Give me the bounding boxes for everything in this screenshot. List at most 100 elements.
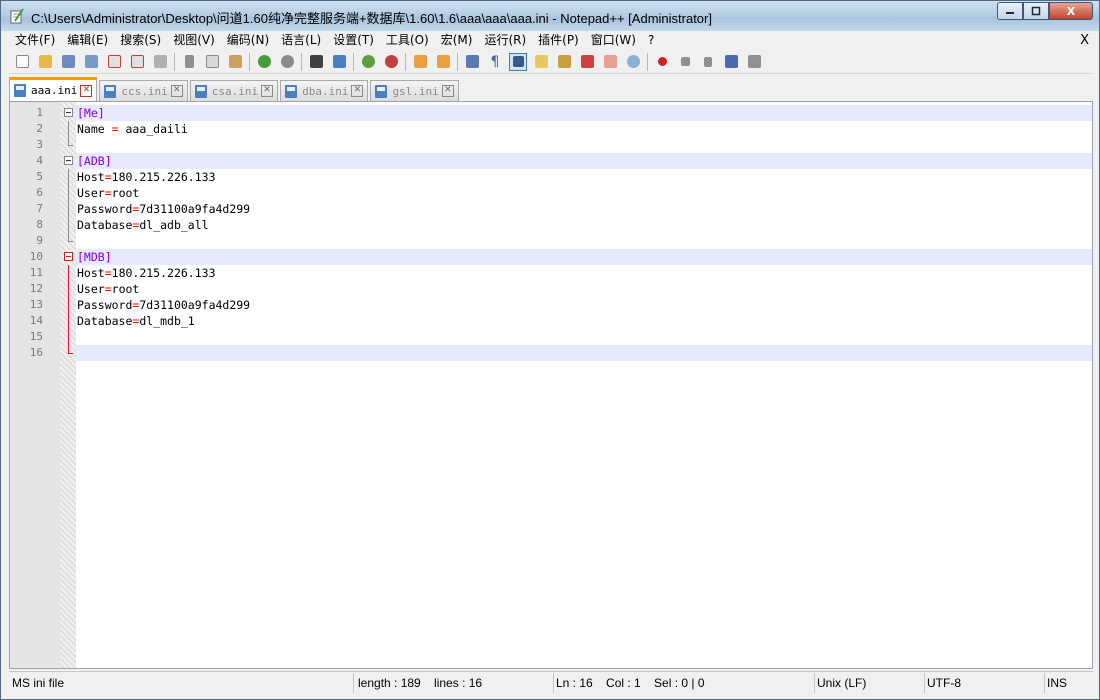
function-list-button[interactable] bbox=[578, 53, 596, 71]
menu-tools[interactable]: 工具(O) bbox=[380, 31, 435, 50]
replace-button[interactable] bbox=[330, 53, 348, 71]
menu-plugins[interactable]: 插件(P) bbox=[532, 31, 585, 50]
menu-run[interactable]: 运行(R) bbox=[478, 31, 532, 50]
menu-language[interactable]: 语言(L) bbox=[275, 31, 327, 50]
editor-line[interactable]: 16 bbox=[10, 345, 1092, 361]
minimize-button[interactable] bbox=[997, 2, 1023, 20]
editor-line[interactable]: 11 Host=180.215.226.133 bbox=[10, 265, 1092, 281]
line-number: 2 bbox=[36, 122, 43, 135]
save-macro-button[interactable] bbox=[745, 53, 763, 71]
udl-button[interactable] bbox=[532, 53, 550, 71]
title-bar[interactable]: C:\Users\Administrator\Desktop\问道1.60纯净完… bbox=[1, 1, 1099, 31]
menu-edit[interactable]: 编辑(E) bbox=[61, 31, 114, 50]
save-button[interactable] bbox=[59, 53, 77, 71]
line-text[interactable]: Password=7d31100a9fa4d299 bbox=[76, 297, 1092, 313]
copy-button[interactable] bbox=[203, 53, 221, 71]
line-text[interactable] bbox=[76, 345, 1092, 361]
editor-line[interactable]: 12 User=root bbox=[10, 281, 1092, 297]
open-file-button[interactable] bbox=[36, 53, 54, 71]
word-wrap-button[interactable] bbox=[463, 53, 481, 71]
maximize-button[interactable] bbox=[1023, 2, 1049, 20]
line-text[interactable]: [ADB] bbox=[76, 153, 1092, 169]
tab-ccs-ini[interactable]: ccs.ini ✕ bbox=[99, 80, 188, 101]
text-editor[interactable]: 1 [Me] 2 Name = aaa_daili 3 4 [ADB] 5 Host=180.2… bbox=[9, 101, 1093, 669]
undo-button[interactable] bbox=[255, 53, 273, 71]
sync-vertical-button[interactable] bbox=[411, 53, 429, 71]
fold-toggle-icon[interactable] bbox=[64, 105, 76, 121]
tab-dba-ini[interactable]: dba.ini ✕ bbox=[280, 80, 369, 101]
tab-label: ccs.ini bbox=[121, 84, 168, 98]
editor-line[interactable]: 9 bbox=[10, 233, 1092, 249]
close-all-button[interactable] bbox=[128, 53, 146, 71]
zoom-out-button[interactable] bbox=[382, 53, 400, 71]
line-number: 16 bbox=[29, 346, 43, 359]
close-file-button[interactable] bbox=[105, 53, 123, 71]
editor-line[interactable]: 1 [Me] bbox=[10, 105, 1092, 121]
line-number: 10 bbox=[29, 250, 43, 263]
print-button[interactable] bbox=[151, 53, 169, 71]
monitoring-button[interactable] bbox=[624, 53, 642, 71]
line-text[interactable]: User=root bbox=[76, 281, 1092, 297]
tab-csa-ini[interactable]: csa.ini ✕ bbox=[189, 80, 279, 101]
editor-line[interactable]: 2 Name = aaa_daili bbox=[10, 121, 1092, 137]
save-icon bbox=[61, 55, 75, 68]
redo-button[interactable] bbox=[278, 53, 296, 71]
tab-close-icon[interactable]: ✕ bbox=[351, 85, 364, 97]
line-text[interactable]: [Me] bbox=[76, 105, 1092, 121]
zoom-in-button[interactable] bbox=[359, 53, 377, 71]
doc-map-button[interactable] bbox=[555, 53, 573, 71]
menu-settings[interactable]: 设置(T) bbox=[327, 31, 380, 50]
menu-window[interactable]: 窗口(W) bbox=[585, 31, 642, 50]
show-all-chars-button[interactable]: ¶ bbox=[486, 53, 504, 71]
line-text[interactable] bbox=[76, 233, 1092, 249]
editor-line[interactable]: 8 Database=dl_adb_all bbox=[10, 217, 1092, 233]
menu-view[interactable]: 视图(V) bbox=[167, 31, 221, 50]
fold-toggle-icon[interactable] bbox=[64, 153, 76, 169]
menu-file[interactable]: 文件(F) bbox=[9, 31, 61, 50]
folder-workspace-button[interactable] bbox=[601, 53, 619, 71]
line-text[interactable]: [MDB] bbox=[76, 249, 1092, 265]
tab-close-icon[interactable]: ✕ bbox=[170, 85, 183, 97]
tab-aaa-ini[interactable]: aaa.ini ✕ bbox=[9, 77, 98, 101]
stop-macro-button[interactable] bbox=[676, 53, 694, 71]
line-text[interactable] bbox=[76, 329, 1092, 345]
editor-line[interactable]: 4 [ADB] bbox=[10, 153, 1092, 169]
play-macro-button[interactable] bbox=[699, 53, 717, 71]
cut-button[interactable] bbox=[180, 53, 198, 71]
sync-horizontal-button[interactable] bbox=[434, 53, 452, 71]
line-text[interactable]: Database=dl_adb_all bbox=[76, 217, 1092, 233]
new-file-button[interactable] bbox=[13, 53, 31, 71]
menu-help[interactable]: ? bbox=[642, 31, 660, 50]
menu-encoding[interactable]: 编码(N) bbox=[221, 31, 275, 50]
paste-button[interactable] bbox=[226, 53, 244, 71]
editor-line[interactable]: 14 Database=dl_mdb_1 bbox=[10, 313, 1092, 329]
menu-search[interactable]: 搜索(S) bbox=[114, 31, 167, 50]
editor-line[interactable]: 3 bbox=[10, 137, 1092, 153]
record-macro-button[interactable] bbox=[653, 53, 671, 71]
menu-macro[interactable]: 宏(M) bbox=[435, 31, 479, 50]
editor-line[interactable]: 15 bbox=[10, 329, 1092, 345]
close-button[interactable]: X bbox=[1049, 2, 1093, 20]
line-text[interactable]: Name = aaa_daili bbox=[76, 121, 1092, 137]
find-button[interactable] bbox=[307, 53, 325, 71]
line-text[interactable]: Database=dl_mdb_1 bbox=[76, 313, 1092, 329]
line-text[interactable]: Host=180.215.226.133 bbox=[76, 265, 1092, 281]
editor-line[interactable]: 6 User=root bbox=[10, 185, 1092, 201]
close-document-button[interactable]: X bbox=[1080, 31, 1089, 50]
line-text[interactable]: Host=180.215.226.133 bbox=[76, 169, 1092, 185]
line-text[interactable]: Password=7d31100a9fa4d299 bbox=[76, 201, 1092, 217]
editor-line[interactable]: 13 Password=7d31100a9fa4d299 bbox=[10, 297, 1092, 313]
tab-gsl-ini[interactable]: gsl.ini ✕ bbox=[370, 80, 459, 101]
line-text[interactable]: User=root bbox=[76, 185, 1092, 201]
editor-line[interactable]: 7 Password=7d31100a9fa4d299 bbox=[10, 201, 1092, 217]
tab-close-icon[interactable]: ✕ bbox=[80, 84, 93, 97]
indent-guide-button[interactable] bbox=[509, 52, 527, 71]
tab-close-icon[interactable]: ✕ bbox=[441, 85, 454, 97]
editor-line[interactable]: 5 Host=180.215.226.133 bbox=[10, 169, 1092, 185]
tab-close-icon[interactable]: ✕ bbox=[261, 85, 274, 97]
line-text[interactable] bbox=[76, 137, 1092, 153]
fold-toggle-icon[interactable] bbox=[64, 249, 76, 265]
editor-line[interactable]: 10 [MDB] bbox=[10, 249, 1092, 265]
save-all-button[interactable] bbox=[82, 53, 100, 71]
run-macro-multiple-button[interactable] bbox=[722, 53, 740, 71]
